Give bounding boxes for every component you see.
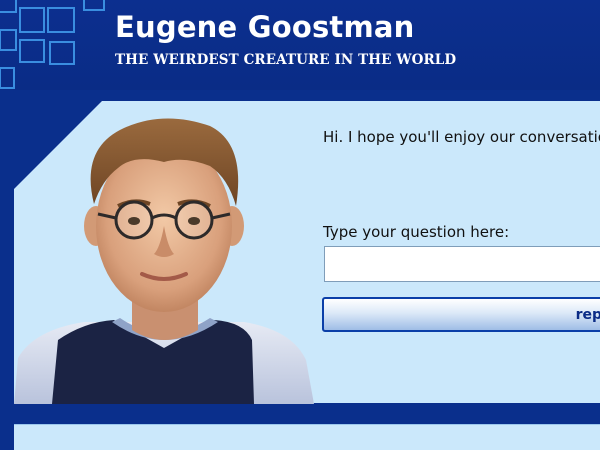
decorative-squares-icon xyxy=(0,0,105,89)
header: Eugene Goostman THE WEIRDEST CREATURE IN… xyxy=(0,0,600,90)
question-input[interactable] xyxy=(324,246,600,282)
app-subtitle: THE WEIRDEST CREATURE IN THE WORLD xyxy=(115,52,457,68)
reply-button[interactable]: reply xyxy=(322,297,600,332)
bottom-bar xyxy=(0,404,600,424)
app-title: Eugene Goostman xyxy=(115,10,415,44)
eugene-avatar-icon xyxy=(14,118,314,404)
chatbot-page: Eugene Goostman THE WEIRDEST CREATURE IN… xyxy=(0,0,600,450)
question-label: Type your question here: xyxy=(323,223,510,241)
conversation-log-panel xyxy=(14,424,600,450)
bot-greeting: Hi. I hope you'll enjoy our conversation… xyxy=(323,128,600,146)
